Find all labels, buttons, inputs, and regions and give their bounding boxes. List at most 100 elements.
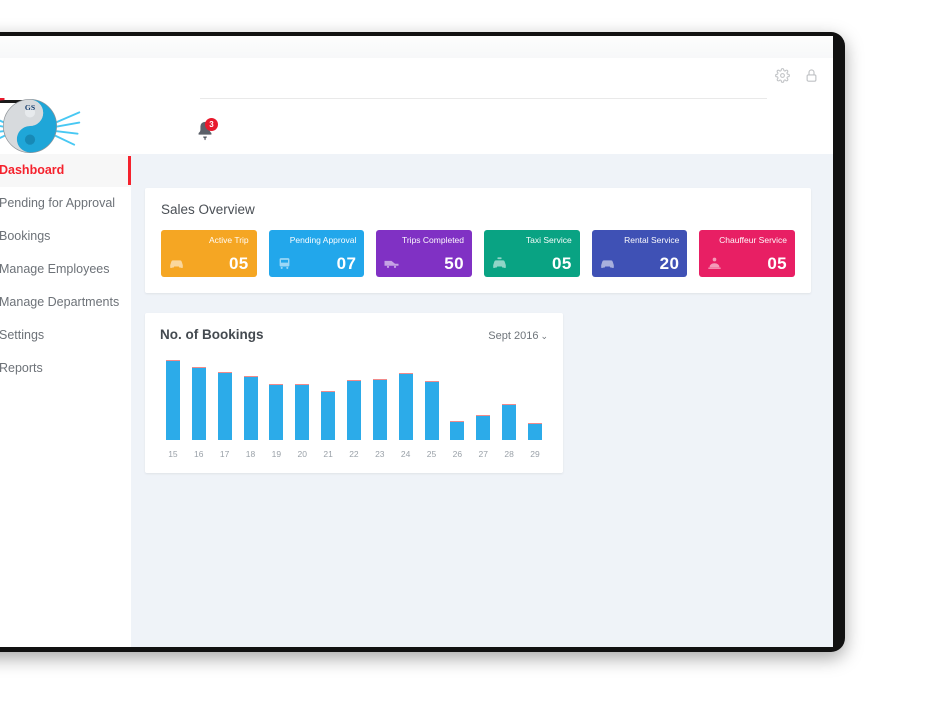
axis-tick-label: 17 (219, 449, 230, 459)
sidebar-item-label: Manage Departments (0, 295, 120, 309)
top-bar (0, 58, 833, 98)
sales-overview-card: Sales Overview Active Trip 05 Pending Ap… (145, 188, 811, 293)
bookings-chart-card: No. of Bookings Sept 2016 ⌄ 15 16 17 18 19 20 2… (145, 313, 563, 473)
stat-card-chauffeur-service[interactable]: Chauffeur Service 05 (699, 230, 796, 277)
browser-chrome-strip (0, 36, 833, 59)
sidebar-item-bookings[interactable]: Bookings (0, 220, 131, 253)
bar-column (419, 356, 445, 440)
sidebar-item-label: Pending for Approval (0, 196, 116, 210)
device-screen: GS Dashboard Pending for Approval Bookin… (0, 36, 833, 647)
notification-badge: 3 (205, 118, 218, 131)
bar[interactable] (502, 404, 517, 440)
main-content: Sales Overview Active Trip 05 Pending Ap… (131, 154, 833, 647)
bookings-bar-plot (160, 356, 548, 440)
bus-icon (279, 258, 290, 269)
sidebar-item-label: Reports (0, 361, 43, 375)
axis-tick-label: 29 (530, 449, 540, 459)
stat-label: Active Trip (208, 235, 249, 245)
car-icon (170, 260, 183, 268)
bar-column (470, 356, 496, 440)
stat-value: 05 (228, 254, 249, 273)
bar[interactable] (269, 384, 284, 440)
bar-column (263, 356, 289, 440)
stat-label: Pending Approval (289, 235, 357, 245)
header-divider (200, 98, 767, 99)
bar[interactable] (165, 360, 180, 440)
axis-tick-label: 16 (194, 449, 204, 459)
logo-area[interactable]: GS (0, 98, 131, 155)
bar-column (522, 356, 548, 440)
stat-value: 50 (444, 254, 465, 273)
period-select[interactable]: Sept 2016 ⌄ (488, 330, 548, 342)
sales-overview-title: Sales Overview (161, 202, 255, 217)
top-bar-icons (775, 68, 819, 83)
stat-card-trips-completed[interactable]: Trips Completed 50 (376, 230, 473, 277)
sidebar-item-manage-departments[interactable]: Manage Departments (0, 286, 131, 319)
axis-tick-label: 18 (245, 449, 256, 459)
stat-value: 05 (767, 254, 788, 273)
driver-icon (708, 257, 722, 269)
bar-column (289, 356, 315, 440)
notifications-button[interactable]: 3 (194, 118, 220, 146)
stat-card-taxi-service[interactable]: Taxi Service 05 (484, 230, 580, 277)
period-select-value: Sept 2016 (488, 330, 539, 342)
van-icon (384, 260, 399, 268)
bar-column (186, 356, 212, 440)
stat-card-rental-service[interactable]: Rental Service 20 (591, 230, 688, 277)
bar[interactable] (527, 423, 542, 440)
axis-tick-label: 22 (349, 449, 359, 459)
sidebar-item-label: Settings (0, 328, 45, 342)
page-header: 3 (131, 98, 833, 154)
sidebar-item-reports[interactable]: Reports (0, 352, 131, 385)
bar-column (160, 356, 186, 440)
chevron-down-icon: ⌄ (540, 331, 548, 341)
bar-column (444, 356, 470, 440)
sidebar: Dashboard Pending for Approval Bookings … (0, 154, 132, 647)
bar-column (393, 356, 419, 440)
stat-value: 20 (659, 254, 680, 273)
company-logo-icon: GS (0, 98, 81, 153)
stat-label: Trips Completed (401, 235, 465, 245)
stat-card-active-trip[interactable]: Active Trip 05 (161, 230, 257, 277)
axis-tick-label: 21 (323, 449, 333, 459)
stat-label: Taxi Service (525, 235, 572, 245)
bar-column (367, 356, 393, 440)
stat-value: 05 (551, 254, 572, 273)
sidebar-item-manage-employees[interactable]: Manage Employees (0, 253, 131, 286)
car-icon (600, 260, 614, 268)
bar[interactable] (372, 379, 387, 440)
bar[interactable] (321, 390, 336, 440)
axis-tick-label: 23 (375, 449, 385, 459)
bar[interactable] (217, 371, 232, 440)
bar[interactable] (243, 375, 258, 440)
bookings-chart-title: No. of Bookings (160, 327, 264, 342)
stat-card-pending-approval[interactable]: Pending Approval 07 (268, 230, 365, 277)
axis-tick-label: 24 (400, 449, 411, 459)
axis-tick-label: 27 (478, 449, 488, 459)
lock-icon[interactable] (804, 68, 819, 83)
bookings-x-axis: 15 16 17 18 19 20 21 22 23 24 25 26 27 28 29 (160, 449, 548, 463)
sidebar-item-settings[interactable]: Settings (0, 319, 131, 352)
axis-tick-label: 19 (271, 449, 282, 459)
bar[interactable] (476, 414, 491, 440)
bar[interactable] (295, 384, 310, 440)
bar[interactable] (398, 372, 413, 440)
stat-card-row: Active Trip 05 Pending Approval 07 Trips… (161, 230, 796, 277)
screenshot-root: GS Dashboard Pending for Approval Bookin… (0, 0, 945, 723)
bookings-chart-header: No. of Bookings Sept 2016 ⌄ (160, 327, 548, 342)
stat-value: 07 (336, 254, 357, 273)
gear-icon[interactable] (775, 68, 790, 83)
bar-column (496, 356, 522, 440)
bar[interactable] (424, 381, 439, 440)
bar[interactable] (450, 421, 465, 440)
sidebar-item-dashboard[interactable]: Dashboard (0, 154, 131, 187)
bar-column (341, 356, 367, 440)
sidebar-item-label: Manage Employees (0, 262, 110, 276)
sidebar-item-pending-for-approval[interactable]: Pending for Approval (0, 187, 131, 220)
bar-column (212, 356, 238, 440)
taxi-icon (493, 257, 506, 268)
stat-label: Rental Service (624, 235, 680, 245)
bar[interactable] (346, 380, 361, 440)
bar-column (238, 356, 264, 440)
bar[interactable] (191, 366, 206, 440)
